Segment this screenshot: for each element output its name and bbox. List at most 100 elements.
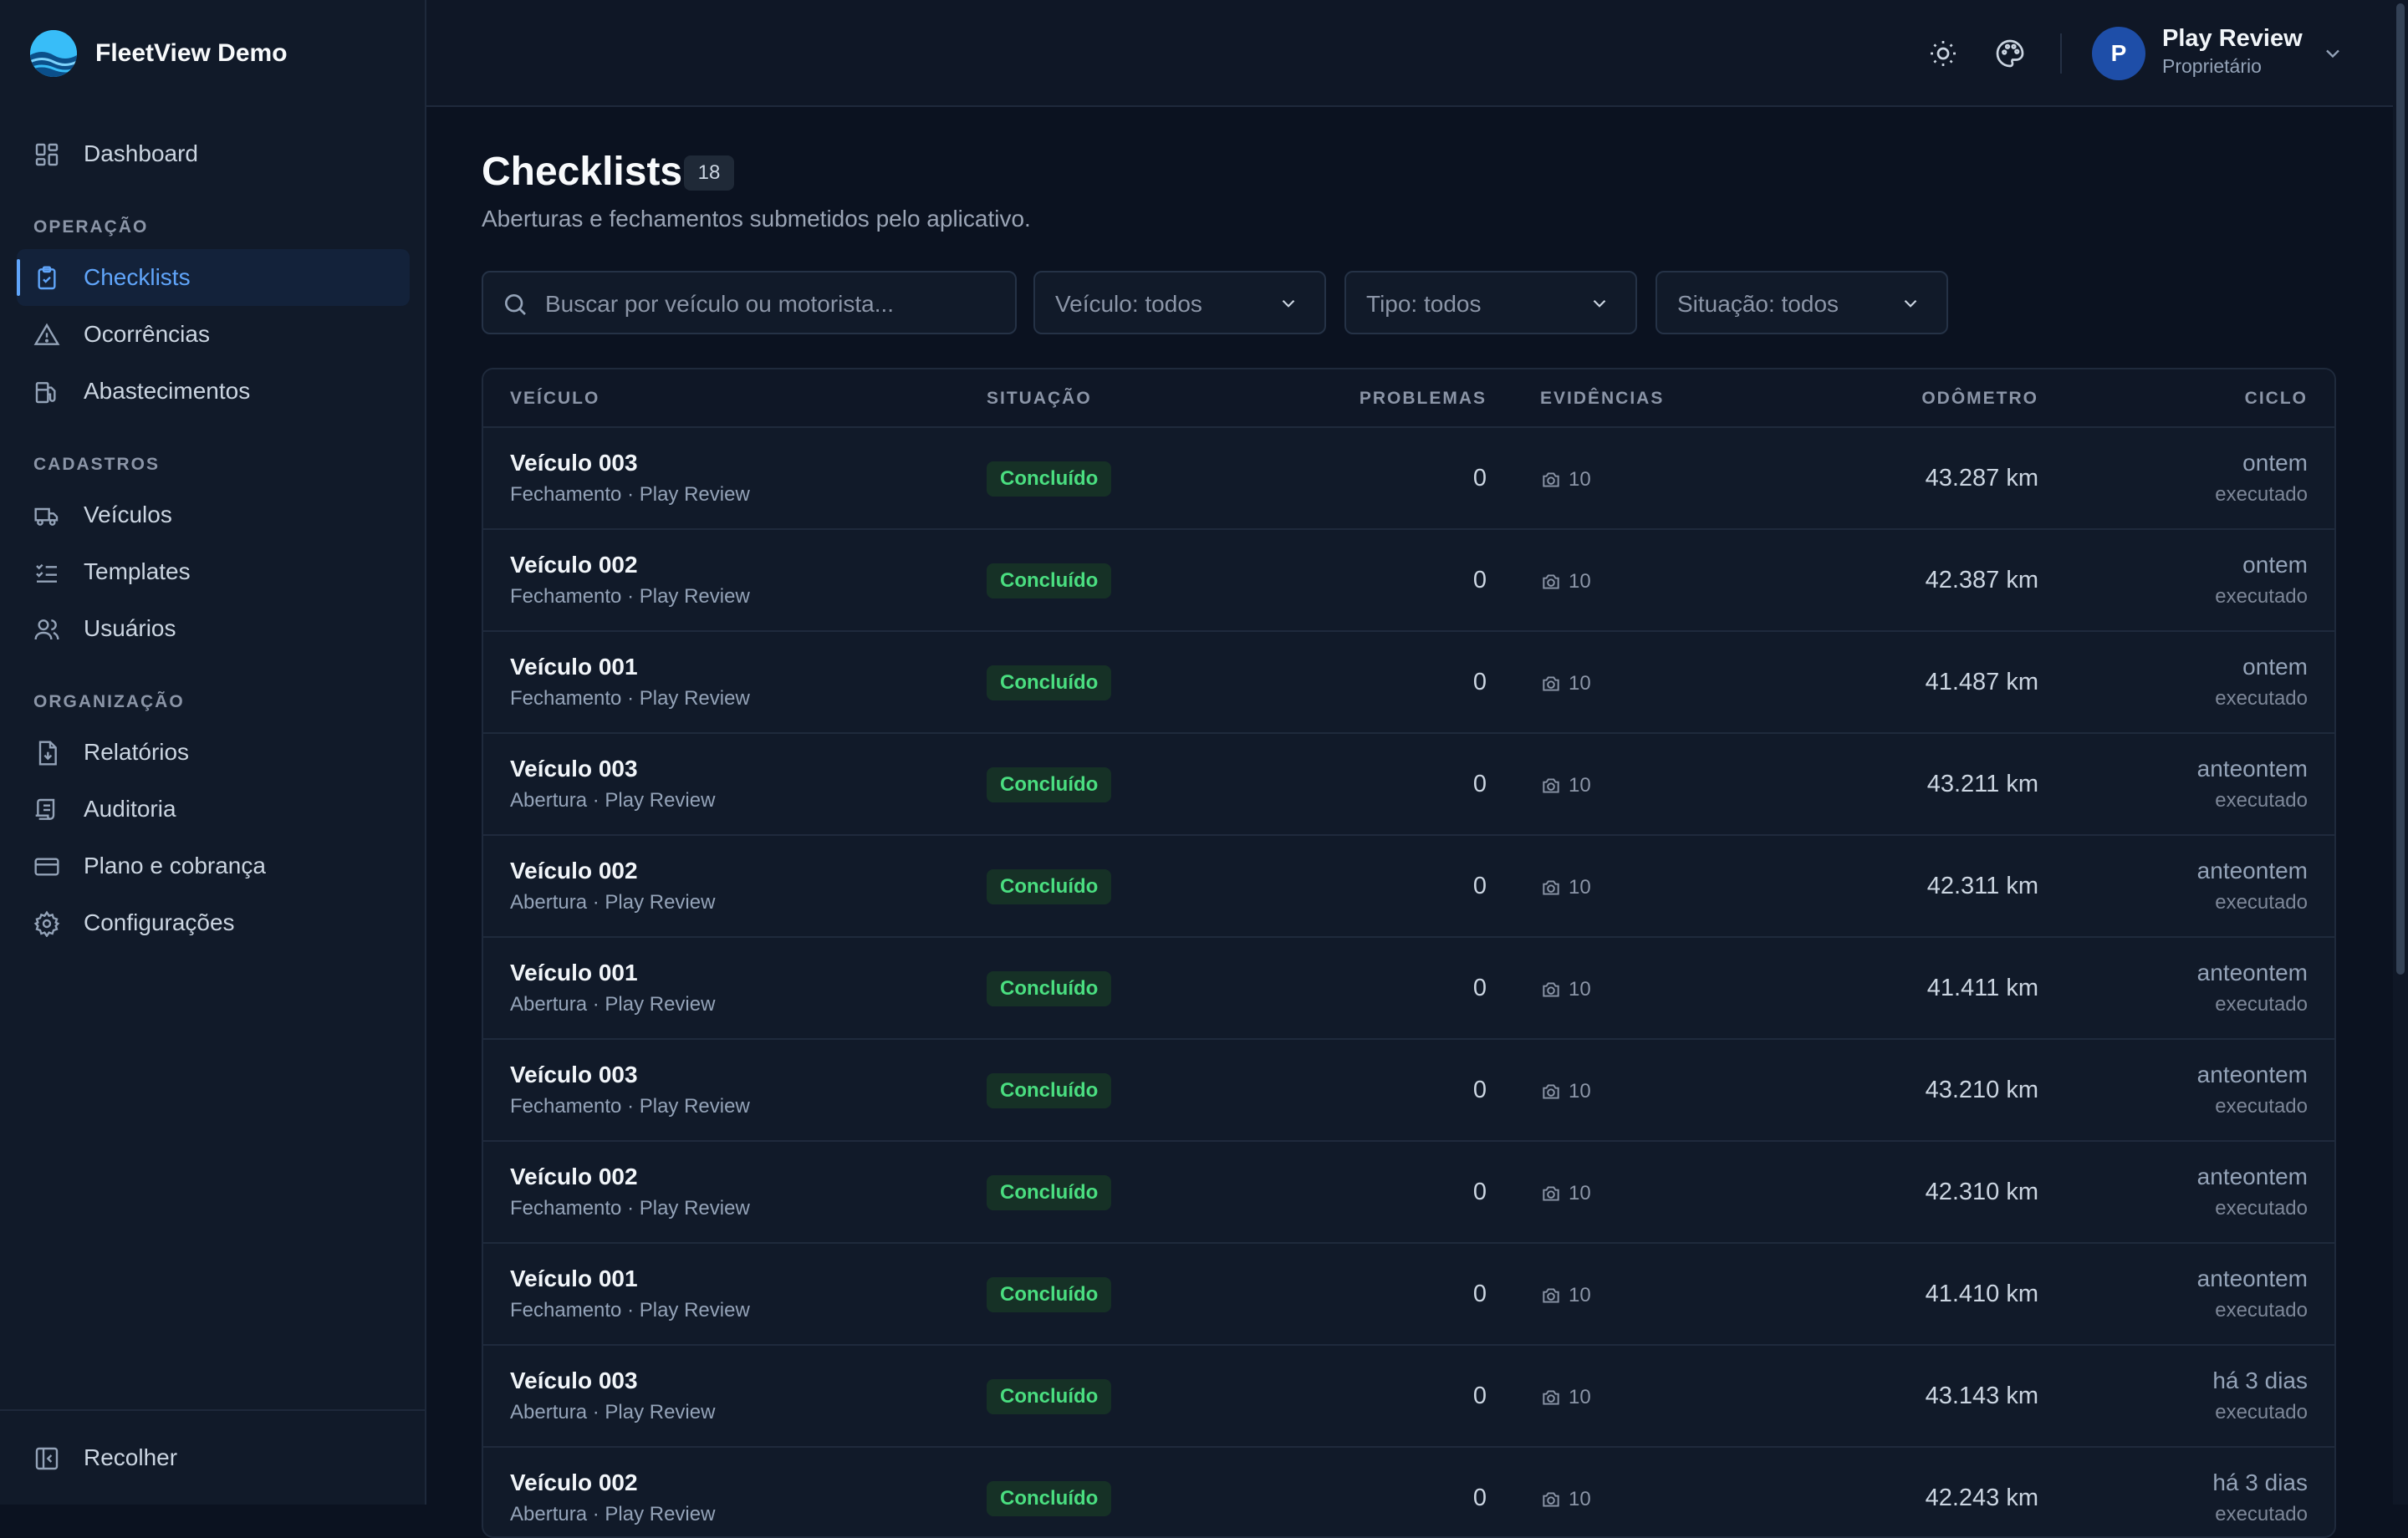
- sidebar-item-label: Dashboard: [84, 140, 198, 166]
- column-header-status[interactable]: SITUAÇÃO: [987, 369, 1092, 428]
- sidebar-item-checklists[interactable]: Checklists: [17, 249, 410, 306]
- column-header-evidence[interactable]: EVIDÊNCIAS: [1540, 369, 1664, 428]
- cycle-state: executado: [2215, 1197, 2308, 1220]
- sidebar-item-usuarios[interactable]: Usuários: [17, 600, 410, 657]
- cycle-state: executado: [2215, 687, 2308, 710]
- sidebar-item-relatorios[interactable]: Relatórios: [17, 724, 410, 781]
- sidebar-item-ocorrencias[interactable]: Ocorrências: [17, 306, 410, 363]
- palette-icon[interactable]: [1995, 38, 2025, 69]
- warning-icon: [33, 323, 60, 345]
- cycle-state: executado: [2215, 1095, 2308, 1118]
- table-row[interactable]: Veículo 003 Fechamento · Play Review Concl…: [483, 428, 2334, 530]
- table-row[interactable]: Veículo 003 Abertura · Play Review Concluí…: [483, 734, 2334, 836]
- clipboard-check-icon: [38, 266, 56, 290]
- evidence-count: 10: [1540, 772, 1591, 799]
- sidebar-item-dashboard[interactable]: Dashboard: [17, 125, 410, 182]
- table-row[interactable]: Veículo 002 Abertura · Play Review Concluí…: [483, 1448, 2334, 1536]
- chevron-down-icon[interactable]: [2321, 42, 2344, 65]
- page-subtitle: Aberturas e fechamentos submetidos pelo …: [482, 206, 1031, 232]
- column-header-problems[interactable]: PROBLEMAS: [1360, 369, 1487, 428]
- status-badge: Concluído: [987, 461, 1112, 497]
- problems-count: 0: [1472, 465, 1487, 491]
- brand[interactable]: FleetView Demo: [30, 30, 288, 77]
- evidence-count: 10: [1540, 1384, 1591, 1411]
- sidebar-item-auditoria[interactable]: Auditoria: [17, 781, 410, 838]
- column-header-odometer[interactable]: ODÔMETRO: [1921, 369, 2038, 428]
- status-badge: Concluído: [987, 971, 1112, 1006]
- sidebar-item-label: Relatórios: [84, 739, 190, 765]
- problems-count: 0: [1472, 1179, 1487, 1205]
- vehicle-name[interactable]: Veículo 001: [510, 960, 638, 986]
- vehicle-name[interactable]: Veículo 002: [510, 552, 638, 578]
- vehicle-name[interactable]: Veículo 001: [510, 1266, 638, 1292]
- sidebar-item-veiculos[interactable]: Veículos: [17, 486, 410, 543]
- problems-count: 0: [1472, 771, 1487, 797]
- checklists-table: VEÍCULO SITUAÇÃO PROBLEMAS EVIDÊNCIAS OD…: [482, 368, 2336, 1538]
- sidebar: FleetView Demo Dashboard OPERAÇÃO Checkl…: [0, 0, 426, 1505]
- cycle-when: anteontem: [2196, 1164, 2308, 1189]
- status-badge: Concluído: [987, 1379, 1112, 1414]
- camera-icon: [1543, 472, 1559, 487]
- sidebar-item-abastecimentos[interactable]: Abastecimentos: [17, 363, 410, 420]
- scrollbar-thumb[interactable]: [2396, 3, 2405, 975]
- evidence-count: 10: [1540, 1180, 1591, 1207]
- table-header: VEÍCULO SITUAÇÃO PROBLEMAS EVIDÊNCIAS OD…: [483, 369, 2334, 428]
- column-header-cycle[interactable]: CICLO: [2245, 369, 2308, 428]
- collapse-sidebar-button[interactable]: Recolher: [17, 1429, 408, 1486]
- app-name: FleetView Demo: [95, 39, 288, 67]
- table-row[interactable]: Veículo 002 Fechamento · Play Review Concl…: [483, 1142, 2334, 1244]
- sidebar-item-label: Auditoria: [84, 796, 176, 822]
- odometer-value: 42.387 km: [1925, 567, 2038, 593]
- vehicle-name[interactable]: Veículo 002: [510, 858, 638, 884]
- topbar: P Play Review Proprietário: [426, 0, 2393, 107]
- vehicle-name[interactable]: Veículo 003: [510, 1062, 638, 1088]
- avatar[interactable]: P: [2092, 27, 2145, 80]
- user-role: Proprietário: [2162, 55, 2262, 77]
- cycle-when: há 3 dias: [2212, 1367, 2308, 1393]
- search-input[interactable]: Buscar por veículo ou motorista...: [482, 271, 1017, 334]
- sidebar-item-plano-cobranca[interactable]: Plano e cobrança: [17, 838, 410, 894]
- section-label-operacao: OPERAÇÃO: [33, 217, 149, 237]
- sun-icon[interactable]: [1928, 38, 1958, 69]
- odometer-value: 42.310 km: [1925, 1179, 2038, 1205]
- sidebar-item-configuracoes[interactable]: Configurações: [17, 894, 410, 951]
- odometer-value: 42.243 km: [1925, 1485, 2038, 1511]
- table-row[interactable]: Veículo 003 Fechamento · Play Review Concl…: [483, 1040, 2334, 1142]
- checklist-meta: Abertura · Play Review: [510, 789, 716, 812]
- table-row[interactable]: Veículo 001 Abertura · Play Review Concluí…: [483, 938, 2334, 1040]
- gear-icon: [33, 910, 60, 937]
- status-badge: Concluído: [987, 1277, 1112, 1312]
- vehicle-name[interactable]: Veículo 003: [510, 450, 638, 476]
- table-body: Veículo 003 Fechamento · Play Review Concl…: [483, 428, 2334, 1536]
- cycle-when: ontem: [2242, 654, 2308, 680]
- table-row[interactable]: Veículo 003 Abertura · Play Review Concluí…: [483, 1346, 2334, 1448]
- odometer-value: 43.143 km: [1925, 1383, 2038, 1409]
- checklist-meta: Fechamento · Play Review: [510, 1095, 750, 1118]
- sidebar-item-label: Configurações: [84, 909, 235, 935]
- column-header-vehicle[interactable]: VEÍCULO: [510, 369, 599, 428]
- user-name[interactable]: Play Review: [2162, 25, 2303, 53]
- vehicle-name[interactable]: Veículo 003: [510, 1367, 638, 1394]
- cycle-state: executado: [2215, 993, 2308, 1016]
- scrollbar[interactable]: [2393, 0, 2408, 1505]
- table-row[interactable]: Veículo 002 Fechamento · Play Review Concl…: [483, 530, 2334, 632]
- vehicle-name[interactable]: Veículo 001: [510, 654, 638, 680]
- problems-count: 0: [1472, 1485, 1487, 1511]
- evidence-count: 10: [1540, 568, 1591, 595]
- table-row[interactable]: Veículo 001 Fechamento · Play Review Concl…: [483, 1244, 2334, 1346]
- vehicle-name[interactable]: Veículo 002: [510, 1164, 638, 1190]
- search-placeholder: Buscar por veículo ou motorista...: [545, 291, 895, 317]
- status-badge: Concluído: [987, 1175, 1112, 1210]
- evidence-count-value: 10: [1569, 1284, 1591, 1306]
- camera-icon: [1543, 1288, 1559, 1303]
- vehicle-name[interactable]: Veículo 002: [510, 1469, 638, 1496]
- section-label-organizacao: ORGANIZAÇÃO: [33, 692, 185, 711]
- vehicle-filter-select[interactable]: Veículo: todos: [1033, 271, 1326, 334]
- table-row[interactable]: Veículo 002 Abertura · Play Review Concluí…: [483, 836, 2334, 938]
- status-filter-select[interactable]: Situação: todos: [1656, 271, 1948, 334]
- scroll-icon: [35, 798, 55, 820]
- type-filter-select[interactable]: Tipo: todos: [1344, 271, 1637, 334]
- vehicle-name[interactable]: Veículo 003: [510, 756, 638, 782]
- table-row[interactable]: Veículo 001 Fechamento · Play Review Concl…: [483, 632, 2334, 734]
- sidebar-item-templates[interactable]: Templates: [17, 543, 410, 600]
